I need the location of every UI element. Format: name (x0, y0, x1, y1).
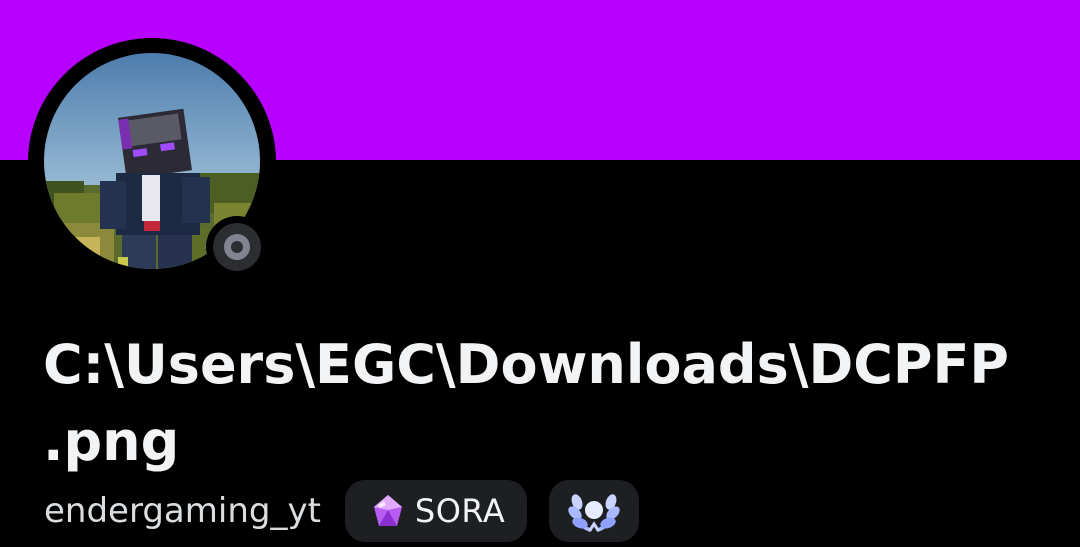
laurel-wreath-badge-icon (568, 494, 620, 532)
display-name-line-2: .png (43, 410, 180, 473)
purple-gem-icon (373, 495, 402, 526)
username[interactable]: endergaming_yt (44, 480, 321, 542)
identity-row: endergaming_yt SORA (44, 480, 640, 542)
profile-badge[interactable] (549, 480, 640, 542)
guild-tag[interactable]: SORA (344, 480, 528, 542)
display-name-line-1: C:\Users\EGC\Downloads\DCPFP (43, 333, 1009, 396)
profile-card: C:\Users\EGC\Downloads\DCPFP .png enderg… (0, 0, 1080, 547)
offline-status-icon (213, 223, 261, 271)
status-indicator (224, 234, 250, 260)
display-name: C:\Users\EGC\Downloads\DCPFP .png (43, 326, 1053, 480)
guild-tag-label: SORA (414, 492, 506, 530)
